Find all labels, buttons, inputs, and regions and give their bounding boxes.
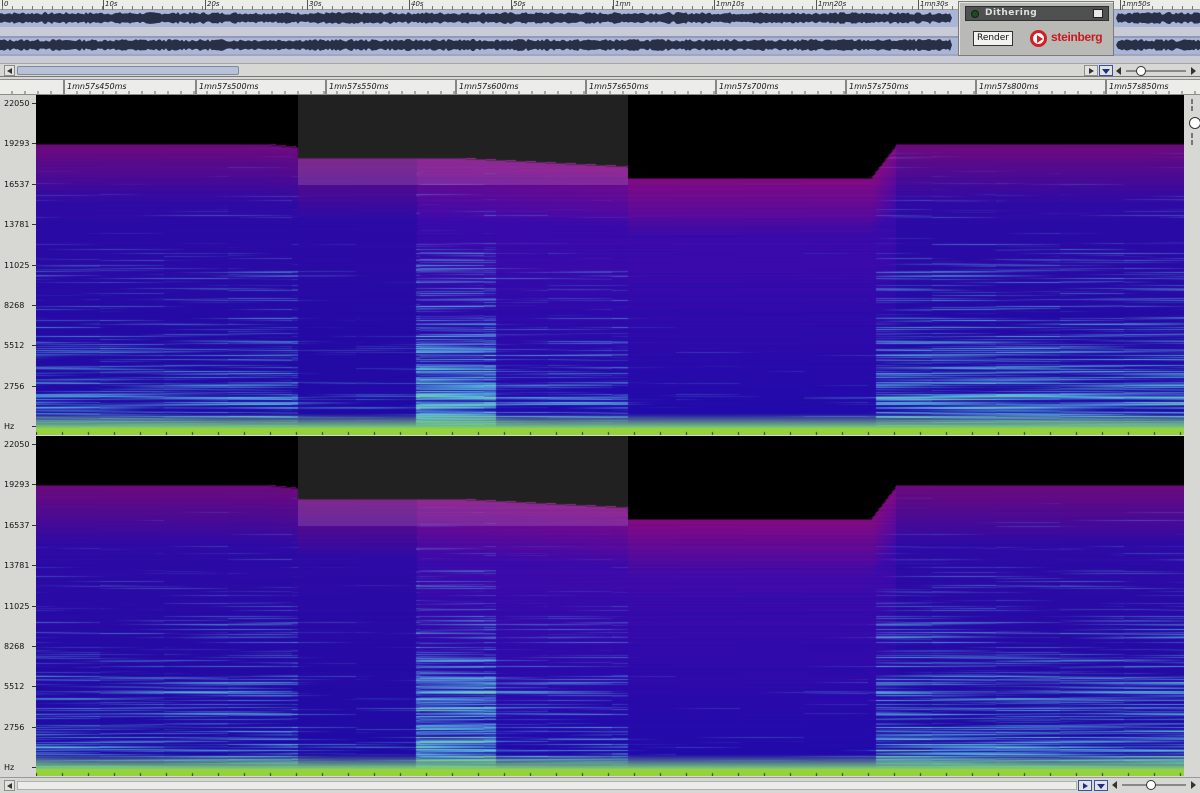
overview-time-label: 1mn30s [920,0,949,8]
wavelab-editor-window: 0 10s 20s 30s 40s 50s 1mn 1mn10s 1mn20s 1mn30s 1mn… [0,0,1200,793]
timeline-label: 1mn57s850ms [1109,82,1169,91]
overview-tick [816,0,817,10]
zoom-out-arrow-icon[interactable] [1112,781,1117,789]
horizontal-zoom-slider[interactable] [1112,779,1196,791]
render-button[interactable]: Render [973,31,1013,46]
frequency-label: 22050 [4,440,30,449]
vertical-zoom-tick [1191,140,1193,145]
frequency-label: 13781 [4,220,30,230]
overview-tick [307,0,308,10]
zoom-track [1126,70,1186,72]
frequency-label: 2756 [4,722,25,732]
overview-scroll-thumb[interactable] [17,66,239,75]
dithering-toggle-checkbox[interactable] [1093,9,1103,18]
overview-tick [1120,0,1121,10]
arrow-left-icon[interactable] [4,780,15,791]
zoom-knob[interactable] [1136,66,1146,76]
overview-zoom-slider[interactable] [1116,65,1196,77]
frequency-label: Hz [4,763,15,773]
timeline-label: 1mn57s450ms [67,82,127,91]
spectrogram-canvas-right [36,436,1184,776]
frequency-label: 11025 [4,260,30,270]
overview-time-label: 30s [309,0,322,8]
frequency-label: 5512 [4,341,25,351]
chevron-down-icon[interactable] [1099,65,1113,76]
frequency-label: Hz [4,422,15,432]
dithering-header: Dithering [965,6,1109,21]
zoom-knob[interactable] [1146,780,1156,790]
spectrogram-channel-right[interactable] [36,436,1184,776]
timeline-label: 1mn57s700ms [719,82,779,91]
horizontal-scrollbar[interactable] [0,777,1200,793]
vertical-zoom-tick [1191,106,1193,111]
overview-tick [103,0,104,10]
overview-time-label: 0 [4,0,9,8]
zoom-in-arrow-icon[interactable] [1191,67,1196,75]
vertical-zoom-slider[interactable] [1187,97,1200,147]
overview-scrollbar[interactable] [0,63,1200,77]
frequency-label: 5512 [4,682,25,692]
timeline-label: 1mn57s550ms [329,82,389,91]
vertical-zoom-knob[interactable] [1189,117,1200,129]
spectrogram-channel-left[interactable] [36,95,1184,435]
overview-time-label: 50s [513,0,526,8]
zoom-in-arrow-icon[interactable] [1191,781,1196,789]
vertical-zoom-control[interactable] [1184,95,1200,775]
vertical-zoom-tick [1191,99,1193,104]
timeline-label: 1mn57s750ms [849,82,909,91]
frequency-label: 8268 [4,301,25,310]
dithering-plugin-panel: Dithering Render steinberg [958,1,1114,56]
arrow-right-icon[interactable] [1084,65,1098,76]
overview-tick [714,0,715,10]
frequency-label: 19293 [4,480,30,490]
horizontal-scroll-track[interactable] [17,781,1077,790]
frequency-axis-top: 22050 19293 16537 13781 11025 8268 5512 2756 Hz [0,95,36,435]
overview-time-label: 1mn50s [1122,0,1151,8]
timeline-label: 1mn57s600ms [459,82,519,91]
frequency-label: 8268 [4,642,25,651]
frequency-label: 11025 [4,601,30,611]
steinberg-logo-icon [1030,30,1047,47]
timeline-ruler[interactable]: 1mn57s450ms 1mn57s500ms 1mn57s550ms 1mn57s6… [0,79,1200,95]
timeline-label: 1mn57s650ms [589,82,649,91]
chevron-down-icon[interactable] [1094,780,1108,791]
overview-tick [409,0,410,10]
steinberg-brand-text: steinberg [1051,30,1103,44]
frequency-label: 19293 [4,139,30,149]
dithering-title: Dithering [985,8,1038,18]
vertical-zoom-tick [1191,133,1193,138]
overview-tick [918,0,919,10]
overview-time-label: 20s [207,0,220,8]
overview-time-label: 1mn10s [716,0,745,8]
arrow-right-icon[interactable] [1078,780,1092,791]
zoom-out-arrow-icon[interactable] [1116,67,1121,75]
overview-tick [205,0,206,10]
timeline-label: 1mn57s800ms [979,82,1039,91]
overview-tick [613,0,614,10]
timeline-label: 1mn57s500ms [199,82,259,91]
frequency-label: 16537 [4,520,30,530]
frequency-label: 16537 [4,179,30,189]
frequency-label: 2756 [4,381,25,391]
frequency-axis-bottom: 22050 19293 16537 13781 11025 8268 5512 2756 Hz [0,436,36,776]
arrow-left-icon[interactable] [4,65,15,76]
led-indicator-icon[interactable] [971,10,979,18]
frequency-label: 22050 [4,99,30,108]
spectrogram-canvas-left [36,95,1184,435]
frequency-label: 13781 [4,561,30,571]
